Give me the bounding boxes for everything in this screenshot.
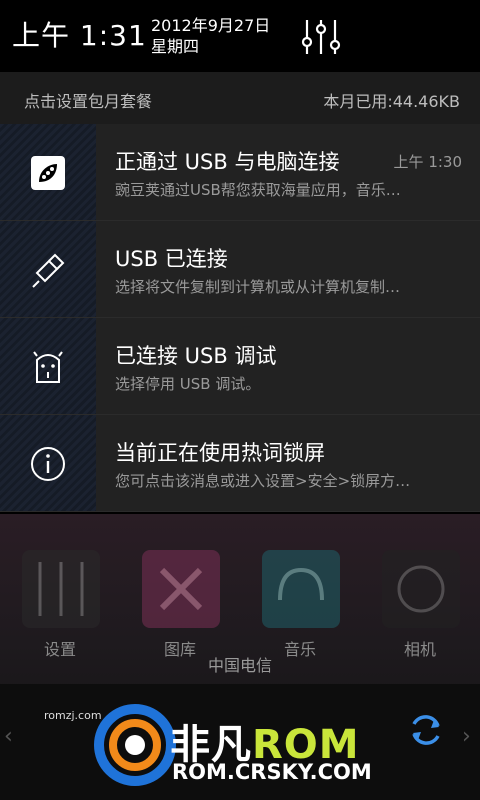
usage-setup-link[interactable]: 点击设置包月套餐 [24, 88, 152, 112]
date-block: 2012年9月27日 星期四 [151, 15, 270, 57]
notification-item[interactable]: USB 已连接 选择将文件复制到计算机或从计算机复制… [0, 221, 480, 318]
chevron-right-icon[interactable]: › [462, 724, 471, 749]
clock: 上午 1:31 [12, 19, 147, 52]
notification-text: 豌豆荚通过USB帮您获取海量应用，音乐… [115, 181, 401, 199]
notification-list: 正通过 USB 与电脑连接 上午 1:30 豌豆荚通过USB帮您获取海量应用，音… [0, 124, 480, 512]
weekday-text: 星期四 [151, 37, 200, 56]
notification-text: 选择停用 USB 调试。 [115, 375, 261, 393]
brand-logo-icon [94, 704, 176, 786]
notification-title: 当前正在使用热词锁屏 [115, 441, 325, 465]
carrier-label: 中国电信 [207, 656, 272, 675]
date-text: 2012年9月27日 [151, 16, 271, 35]
notification-icon-column [0, 221, 96, 317]
notification-title: 已连接 USB 调试 [115, 344, 277, 368]
sync-icon[interactable] [406, 710, 446, 750]
notification-item[interactable]: 正通过 USB 与电脑连接 上午 1:30 豌豆荚通过USB帮您获取海量应用，音… [0, 124, 480, 221]
notification-title: 正通过 USB 与电脑连接 [115, 150, 340, 174]
usage-amount: 本月已用:44.46KB [323, 92, 460, 111]
notification-title: USB 已连接 [115, 247, 228, 271]
usb-icon [32, 253, 65, 288]
notification-item[interactable]: 当前正在使用热词锁屏 您可点击该消息或进入设置>安全>锁屏方… [0, 415, 480, 512]
notification-time: 上午 1:30 [393, 153, 462, 171]
wandoujia-icon [31, 156, 65, 190]
notification-icon-column [0, 124, 96, 220]
notification-text: 选择将文件复制到计算机或从计算机复制… [115, 278, 401, 296]
notification-icon-column [0, 415, 96, 511]
notification-icon-column [0, 318, 96, 414]
notification-text: 您可点击该消息或进入设置>安全>锁屏方… [115, 472, 411, 490]
android-debug-icon [33, 351, 63, 383]
gallery-app-icon [142, 550, 220, 628]
watermark-url: ROM.CRSKY.COM [172, 760, 372, 784]
sliders-icon[interactable] [300, 18, 342, 56]
camera-app-icon [382, 550, 460, 628]
music-app-icon [262, 550, 340, 628]
chevron-left-icon[interactable]: ‹ [4, 724, 13, 749]
status-header: 上午 1:31 2012年9月27日 星期四 [0, 0, 480, 72]
notification-item[interactable]: 已连接 USB 调试 选择停用 USB 调试。 [0, 318, 480, 415]
data-usage-bar[interactable]: 点击设置包月套餐 本月已用:44.46KB [0, 72, 480, 125]
settings-app-icon [22, 550, 100, 628]
info-icon [31, 447, 65, 481]
